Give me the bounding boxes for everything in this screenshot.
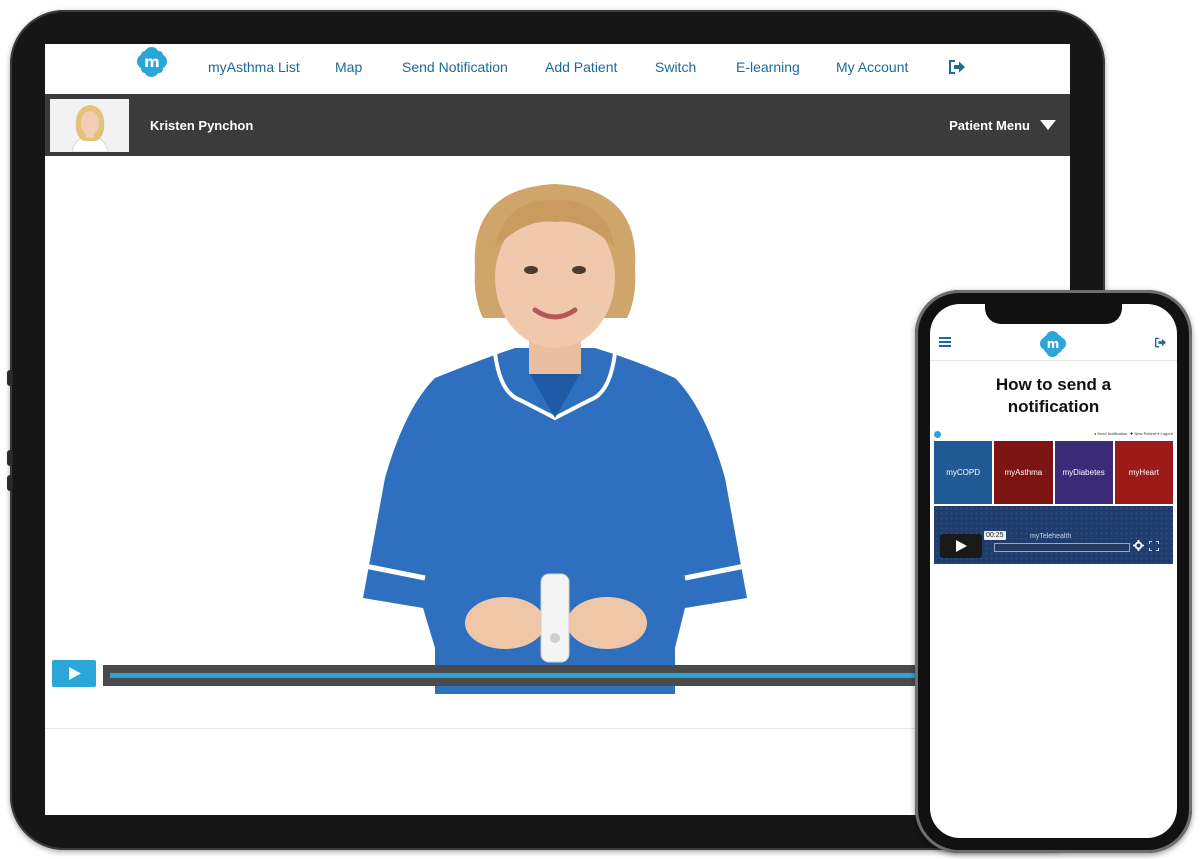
- nav-item-switch[interactable]: Switch: [655, 59, 696, 75]
- nav-item-map[interactable]: Map: [335, 59, 362, 75]
- tablet-side-button: [7, 475, 13, 491]
- patient-menu-button[interactable]: Patient Menu: [949, 118, 1030, 133]
- page-title: How to send a notification: [930, 374, 1177, 418]
- app-logo[interactable]: m: [137, 47, 167, 77]
- phone-sign-out-icon[interactable]: [1154, 337, 1167, 348]
- phone-app-logo[interactable]: m: [1040, 331, 1066, 357]
- nav-item-my-account[interactable]: My Account: [836, 59, 908, 75]
- patient-header-bar: Kristen Pynchon Patient Menu: [45, 94, 1070, 156]
- mini-nav-new-patient[interactable]: ✚ New Patient: [1130, 431, 1156, 436]
- nav-item-add-patient[interactable]: Add Patient: [545, 59, 617, 75]
- tablet-side-button: [7, 450, 13, 466]
- embedded-mini-nav: ◂ Send Notification ✚ New Patient ⇥ Logo…: [934, 431, 1173, 439]
- logo-letter: m: [144, 53, 160, 71]
- mini-logo-icon: [934, 431, 941, 438]
- phone-screen: m How to send a notification ◂ Send Noti…: [930, 304, 1177, 838]
- phone-notch: [985, 304, 1122, 324]
- phone-device: m How to send a notification ◂ Send Noti…: [915, 290, 1192, 853]
- tablet-side-button: [7, 370, 13, 386]
- play-icon: [69, 667, 81, 680]
- service-tiles: myCOPD myAsthma myDiabetes myHeart: [934, 441, 1173, 504]
- play-icon: [956, 540, 967, 552]
- patient-avatar: [50, 99, 129, 152]
- hamburger-menu-icon[interactable]: [939, 337, 951, 347]
- sign-out-icon[interactable]: [948, 59, 966, 75]
- video-progress-bar[interactable]: [103, 665, 973, 686]
- nurse-video-frame: [363, 184, 747, 694]
- fullscreen-icon[interactable]: [1149, 541, 1159, 551]
- mini-nav-send-notification[interactable]: ◂ Send Notification: [1094, 431, 1127, 436]
- caret-down-icon[interactable]: [1040, 120, 1056, 130]
- page-title-line-2: notification: [1007, 397, 1100, 416]
- phone-logo-letter: m: [1046, 337, 1060, 351]
- phone-video-scrubber[interactable]: [994, 543, 1130, 552]
- tile-myasthma[interactable]: myAsthma: [994, 441, 1053, 504]
- nav-item-e-learning[interactable]: E-learning: [736, 59, 800, 75]
- video-play-button[interactable]: [52, 660, 96, 687]
- tile-mydiabetes[interactable]: myDiabetes: [1054, 441, 1113, 504]
- patient-name: Kristen Pynchon: [150, 118, 254, 133]
- video-timestamp: 00:25: [984, 531, 1006, 540]
- phone-header-divider: [930, 360, 1177, 361]
- nav-item-send-notification[interactable]: Send Notification: [402, 59, 508, 75]
- top-navigation: m myAsthma List Map Send Notification Ad…: [45, 44, 1070, 94]
- tile-mycopd[interactable]: myCOPD: [934, 441, 993, 504]
- patient-photo-icon: [50, 99, 129, 152]
- tile-myheart[interactable]: myHeart: [1114, 441, 1173, 504]
- phone-video-player: myTelehealth 00:25: [934, 506, 1173, 564]
- video-progress-fill: [110, 673, 966, 678]
- video-watermark: myTelehealth: [1030, 533, 1072, 540]
- nav-item-myasthma-list[interactable]: myAsthma List: [208, 59, 300, 75]
- gear-icon[interactable]: [1133, 540, 1144, 551]
- phone-video-play-button[interactable]: [940, 534, 982, 558]
- mini-nav-logout[interactable]: ⇥ Logout: [1156, 431, 1173, 436]
- page-title-line-1: How to send a: [995, 375, 1112, 394]
